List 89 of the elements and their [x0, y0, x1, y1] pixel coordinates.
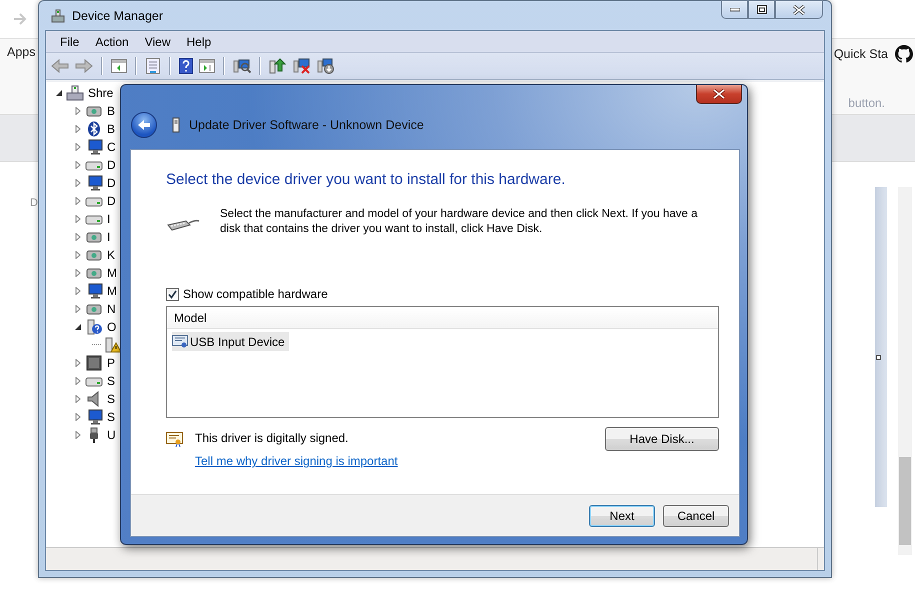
help-link[interactable]: Tell me why driver signing is important: [195, 454, 398, 468]
scrollbar[interactable]: [898, 187, 912, 555]
expand-arrow-icon[interactable]: [73, 286, 82, 296]
expand-arrow-icon[interactable]: [73, 268, 82, 278]
expand-arrow-icon[interactable]: [73, 124, 82, 134]
heading: Select the device driver you want to install for this hardware.: [166, 171, 566, 188]
bookmarks-label[interactable]: Apps: [7, 45, 36, 59]
signature-status: This driver is digitally signed.: [195, 431, 350, 445]
expand-arrow-icon[interactable]: [73, 430, 82, 440]
tree-item[interactable]: D: [107, 158, 116, 172]
dialog-button[interactable]: Cancel: [663, 504, 729, 526]
expand-arrow-icon[interactable]: [73, 214, 82, 224]
bookmark-link[interactable]: Quick Sta: [834, 47, 888, 61]
tree-item[interactable]: S: [107, 392, 116, 406]
minimize-icon: [730, 8, 740, 12]
list-item[interactable]: USB Input Device: [172, 332, 289, 351]
dialog-button[interactable]: Next: [589, 504, 655, 526]
panel-icon[interactable]: [199, 59, 215, 73]
expand-arrow-icon[interactable]: [73, 250, 82, 260]
collapse-arrow-icon[interactable]: [73, 322, 82, 332]
bluetooth-icon: [85, 121, 103, 137]
checkbox[interactable]: [166, 288, 179, 300]
menu-item[interactable]: Help: [180, 34, 218, 48]
forward-arrow-icon[interactable]: [75, 58, 93, 74]
certificate-icon: [166, 432, 183, 447]
back-button[interactable]: [131, 112, 157, 138]
scan-icon[interactable]: [233, 58, 251, 74]
tree-item[interactable]: B: [107, 122, 116, 136]
github-icon[interactable]: [895, 45, 913, 63]
collapse-arrow-icon[interactable]: [54, 88, 63, 98]
processor-icon: [85, 355, 103, 371]
properties-icon[interactable]: [145, 58, 161, 74]
close-icon: [713, 89, 725, 99]
tree-item[interactable]: U: [107, 428, 116, 442]
maximize-icon: [756, 5, 766, 14]
expand-arrow-icon[interactable]: [73, 160, 82, 170]
tree-item[interactable]: D: [107, 176, 116, 190]
unknown-device-icon: [85, 319, 103, 335]
menu-item[interactable]: File: [54, 34, 86, 48]
page-text: D: [30, 197, 38, 211]
tree-item[interactable]: I: [107, 230, 110, 244]
expand-arrow-icon[interactable]: [73, 376, 82, 386]
menu-item[interactable]: Action: [89, 34, 135, 48]
tree-item[interactable]: P: [107, 356, 116, 370]
expand-arrow-icon[interactable]: [73, 178, 82, 188]
back-arrow-icon: [137, 119, 151, 131]
expand-arrow-icon[interactable]: [73, 412, 82, 422]
tree-item[interactable]: D: [107, 194, 116, 208]
expand-arrow-icon[interactable]: [73, 196, 82, 206]
help-icon[interactable]: [179, 58, 193, 74]
tree-item[interactable]: B: [107, 104, 116, 118]
tree-item[interactable]: N: [107, 302, 116, 316]
expand-arrow-icon[interactable]: [73, 106, 82, 116]
back-arrow-icon[interactable]: [51, 58, 69, 74]
dialog-title: Update Driver Software - Unknown Device: [189, 118, 424, 132]
expand-arrow-icon[interactable]: [73, 304, 82, 314]
tree-item[interactable]: O: [107, 320, 116, 334]
panel-icon[interactable]: [111, 59, 127, 73]
window-title: Device Manager: [72, 8, 164, 22]
disable-icon[interactable]: [317, 58, 335, 74]
certificate-icon: [172, 334, 188, 348]
tree-item[interactable]: Shre: [88, 86, 114, 100]
have-disk-button[interactable]: Have Disk...: [605, 427, 719, 451]
checkbox-label[interactable]: Show compatible hardware: [183, 287, 328, 301]
tree-item[interactable]: I: [107, 212, 110, 226]
column-header[interactable]: Model: [174, 310, 207, 324]
close-button[interactable]: [775, 0, 823, 19]
tree-item[interactable]: S: [107, 410, 116, 424]
tree-item[interactable]: K: [107, 248, 116, 262]
minimize-button[interactable]: [721, 0, 748, 19]
expand-arrow-icon[interactable]: [73, 232, 82, 242]
close-icon: [793, 4, 805, 14]
expand-arrow-icon[interactable]: [73, 358, 82, 368]
page-text: button.: [848, 96, 885, 110]
tree-item[interactable]: M: [107, 266, 117, 280]
expand-arrow-icon[interactable]: [73, 142, 82, 152]
update-driver-icon[interactable]: [269, 58, 287, 74]
close-button[interactable]: [696, 85, 742, 104]
description: Select the manufacturer and model of your hardware device and then click Next. If you have a disk that contains the driver you want to install, click Have Disk.: [220, 207, 699, 237]
tree-item[interactable]: S: [107, 374, 116, 388]
computer-icon: [50, 8, 66, 24]
menu-item[interactable]: View: [138, 34, 176, 48]
device-icon: [171, 117, 181, 133]
maximize-button[interactable]: [748, 0, 775, 19]
expand-arrow-icon[interactable]: [73, 394, 82, 404]
computer-icon: [66, 85, 84, 101]
uninstall-icon[interactable]: [293, 58, 311, 74]
tree-item[interactable]: M: [107, 284, 117, 298]
tree-item[interactable]: C: [107, 140, 116, 154]
